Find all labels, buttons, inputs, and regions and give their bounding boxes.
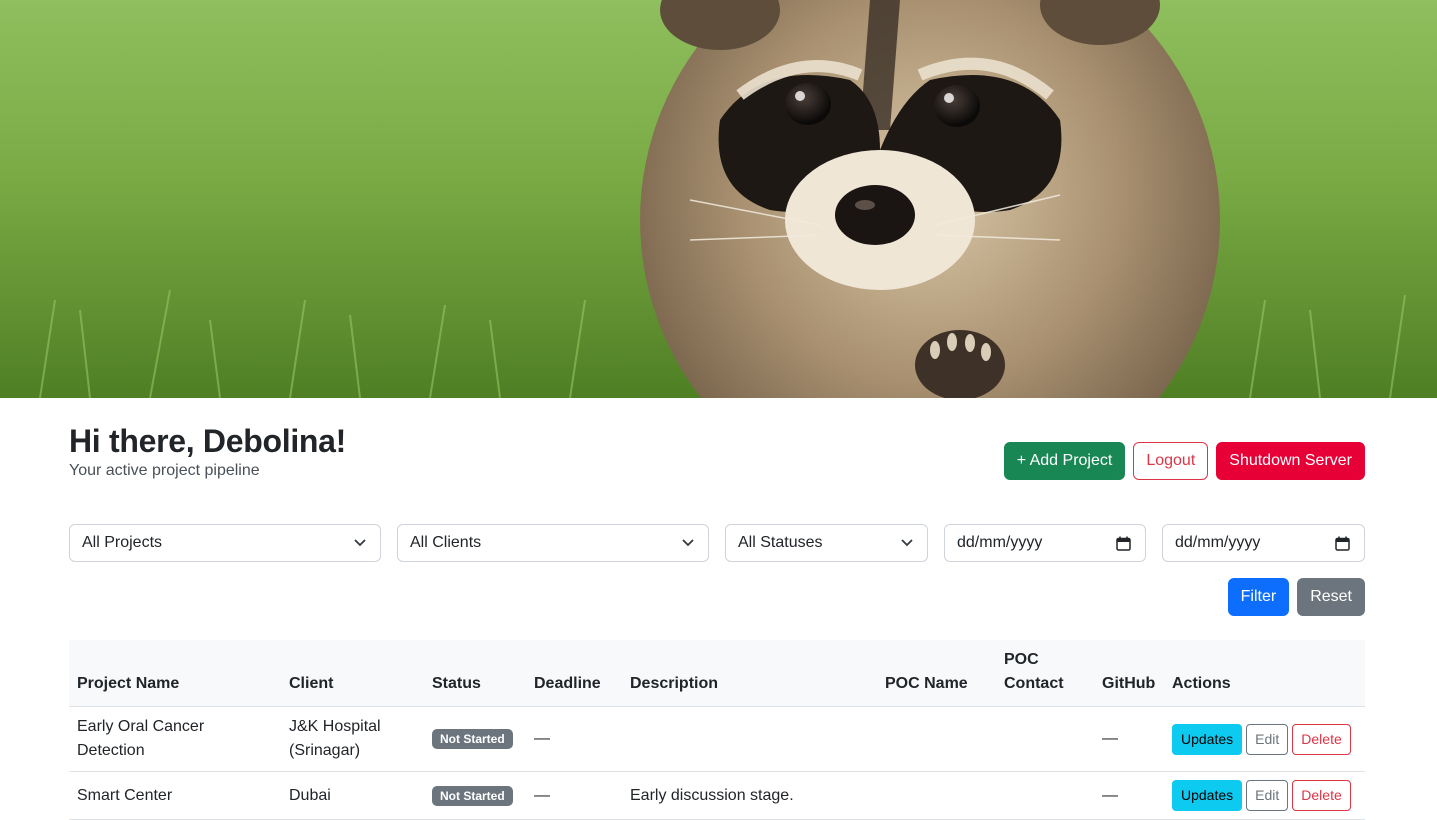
chevron-down-icon (354, 539, 366, 547)
actions-cell: Updates Edit Delete (1164, 706, 1365, 772)
reset-button[interactable]: Reset (1297, 578, 1365, 616)
client-cell: Dubai (281, 771, 424, 820)
column-header: POC Name (877, 640, 996, 707)
column-header: Status (424, 640, 526, 707)
deadline-cell: — (526, 771, 622, 820)
project-filter-select[interactable]: All Projects (69, 524, 381, 562)
chevron-down-icon (682, 539, 694, 547)
description-cell (622, 706, 877, 772)
main-container: Hi there, Debolina! Your active project … (69, 398, 1365, 820)
project-filter-value: All Projects (82, 534, 163, 551)
updates-button[interactable]: Updates (1172, 780, 1243, 811)
project-name-cell: Smart Center (69, 771, 281, 820)
poc-name-cell (877, 771, 996, 820)
deadline-cell: — (526, 706, 622, 772)
shutdown-server-button[interactable]: Shutdown Server (1216, 442, 1365, 480)
table-row: Smart Center Dubai Not Started — Early d… (69, 771, 1365, 820)
description-cell: Early discussion stage. (622, 771, 877, 820)
header-actions: + Add Project Logout Shutdown Server (1003, 442, 1365, 480)
filter-button[interactable]: Filter (1227, 578, 1290, 616)
column-header: Deadline (526, 640, 622, 707)
calendar-icon[interactable] (1335, 536, 1350, 551)
poc-contact-cell (996, 706, 1094, 772)
chevron-down-icon (901, 539, 913, 547)
updates-button[interactable]: Updates (1172, 723, 1243, 755)
column-header: Project Name (69, 640, 281, 707)
date-from-placeholder: dd/mm/yyyy (957, 534, 1043, 551)
poc-name-cell (877, 706, 996, 772)
status-filter-select[interactable]: All Statuses (725, 524, 928, 562)
edit-button[interactable]: Edit (1246, 723, 1289, 755)
add-project-button[interactable]: + Add Project (1003, 442, 1126, 480)
status-badge: Not Started (432, 729, 513, 749)
client-filter-value: All Clients (410, 534, 482, 551)
table-header-row: Project Name Client Status Deadline Desc… (69, 640, 1365, 707)
filter-actions: Filter Reset (69, 578, 1365, 616)
calendar-icon[interactable] (1116, 536, 1131, 551)
column-header: Actions (1164, 640, 1365, 707)
client-cell: J&K Hospital (Srinagar) (281, 706, 424, 772)
logout-button[interactable]: Logout (1133, 442, 1209, 480)
delete-button[interactable]: Delete (1292, 780, 1351, 811)
hero-banner (0, 0, 1437, 398)
poc-contact-cell (996, 771, 1094, 820)
table-row: Early Oral Cancer Detection J&K Hospital… (69, 706, 1365, 772)
projects-table: Project Name Client Status Deadline Desc… (69, 640, 1365, 820)
page-subtitle: Your active project pipeline (69, 462, 260, 479)
status-cell: Not Started (424, 706, 526, 772)
page-title: Hi there, Debolina! (69, 423, 347, 459)
status-badge: Not Started (432, 785, 513, 806)
client-filter-select[interactable]: All Clients (397, 524, 709, 562)
project-name-cell: Early Oral Cancer Detection (69, 706, 281, 772)
edit-button[interactable]: Edit (1246, 780, 1289, 811)
delete-button[interactable]: Delete (1292, 723, 1351, 755)
filter-bar: All Projects All Clients All Statuses dd… (69, 524, 1365, 562)
column-header: Description (622, 640, 877, 707)
status-cell: Not Started (424, 771, 526, 820)
date-to-placeholder: dd/mm/yyyy (1175, 534, 1261, 551)
raccoon-photo (0, 0, 1437, 398)
date-to-input[interactable]: dd/mm/yyyy (1162, 524, 1365, 562)
date-from-input[interactable]: dd/mm/yyyy (944, 524, 1146, 562)
column-header: POC Contact (996, 640, 1094, 707)
column-header: GitHub (1094, 640, 1164, 707)
page-header: Hi there, Debolina! Your active project … (69, 398, 1365, 510)
actions-cell: Updates Edit Delete (1164, 771, 1365, 820)
github-cell: — (1094, 706, 1164, 772)
github-cell: — (1094, 771, 1164, 820)
column-header: Client (281, 640, 424, 707)
status-filter-value: All Statuses (738, 534, 823, 551)
